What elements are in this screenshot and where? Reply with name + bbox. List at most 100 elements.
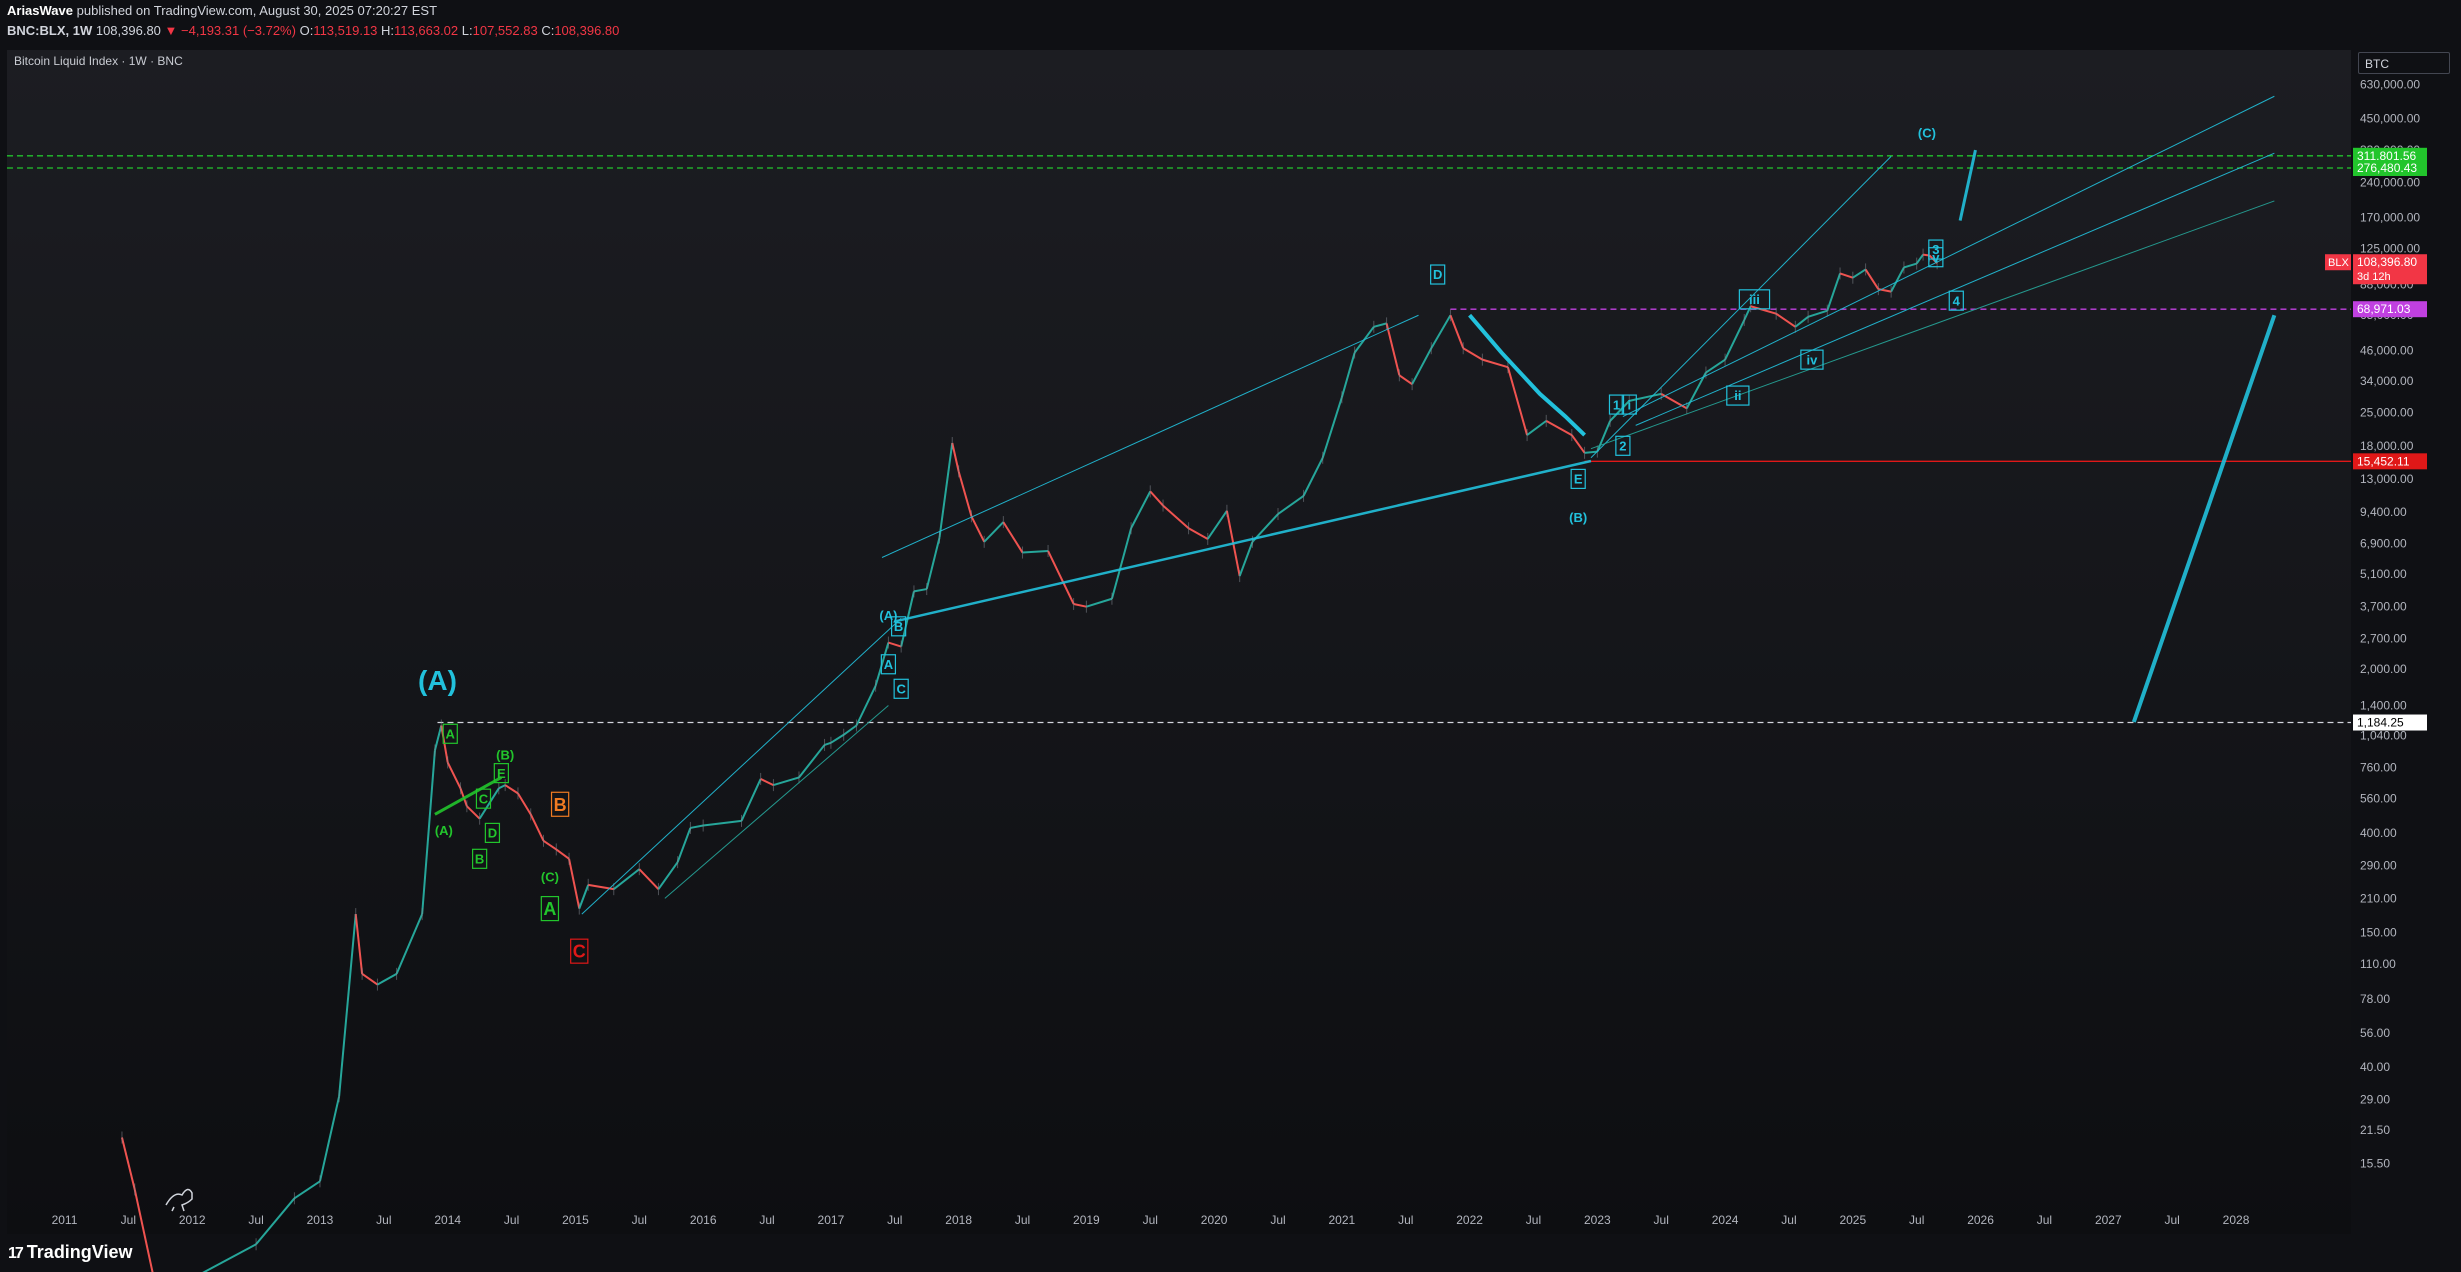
wave-label[interactable]: (B) <box>496 748 514 763</box>
wave-label[interactable]: B <box>894 619 903 634</box>
price-segment <box>504 784 519 795</box>
wave-label[interactable]: 2 <box>1619 438 1626 453</box>
price-segment <box>1385 323 1401 376</box>
trendline[interactable] <box>1958 149 1977 221</box>
price-segment <box>638 868 660 890</box>
wave-label[interactable]: C <box>479 791 489 806</box>
price-segment <box>690 824 704 829</box>
wave-label[interactable]: C <box>896 681 906 696</box>
wave-label[interactable]: ii <box>1734 388 1741 403</box>
price-segment <box>1277 495 1305 515</box>
x-tick-label: Jul <box>376 1213 391 1227</box>
price-tag-value: 108,396.80 <box>2357 255 2417 269</box>
trendline[interactable] <box>1635 152 2275 426</box>
wave-label[interactable]: 4 <box>1953 293 1961 308</box>
wave-label[interactable]: (A) <box>435 823 453 838</box>
wave-label[interactable]: 1 <box>1613 397 1620 412</box>
x-tick-label: Jul <box>121 1213 136 1227</box>
x-tick-label: Jul <box>1398 1213 1413 1227</box>
price-segment <box>1852 268 1867 279</box>
symbol-line: BNC:BLX, 1W 108,396.80 ▼ −4,193.31 (−3.7… <box>7 23 619 38</box>
low-value: 107,552.83 <box>472 23 538 38</box>
symbol-tag: BLX <box>2328 257 2349 269</box>
published-text: published on TradingView.com, August 30,… <box>76 3 438 18</box>
trendline[interactable] <box>581 617 902 915</box>
price-segment <box>983 521 1005 543</box>
wave-label[interactable]: A <box>884 657 894 672</box>
x-tick-label: 2022 <box>1456 1213 1483 1227</box>
author-name[interactable]: AriasWave <box>7 3 73 18</box>
wave-label[interactable]: A <box>543 899 556 919</box>
chart-title[interactable]: Bitcoin Liquid Index · 1W · BNC <box>14 54 183 68</box>
price-segment <box>1545 420 1573 436</box>
wave-label[interactable]: B <box>554 795 567 815</box>
trendline[interactable] <box>881 314 1419 558</box>
y-tick-label: 630,000.00 <box>2360 77 2420 91</box>
wave-label[interactable]: B <box>475 851 484 866</box>
y-tick-label: 1,400.00 <box>2360 698 2407 712</box>
x-tick-label: Jul <box>2164 1213 2179 1227</box>
wave-label[interactable]: E <box>497 766 506 781</box>
price-segment <box>376 972 398 986</box>
price-segment <box>120 1137 136 1190</box>
x-tick-label: 2026 <box>1967 1213 1994 1227</box>
wave-label[interactable]: (C) <box>1918 126 1936 141</box>
open-label: O: <box>299 23 314 38</box>
wave-label[interactable]: v <box>1932 250 1940 265</box>
y-tick-label: 5,100.00 <box>2360 567 2407 581</box>
y-tick-label: 110.00 <box>2360 957 2396 971</box>
level-tag-label: 276,480.43 <box>2357 161 2417 175</box>
wave-label[interactable]: D <box>1433 267 1442 282</box>
x-tick-label: 2023 <box>1584 1213 1611 1227</box>
x-tick-label: Jul <box>1654 1213 1669 1227</box>
x-tick-label: 2015 <box>562 1213 589 1227</box>
wave-label[interactable]: (A) <box>418 665 457 696</box>
x-tick-label: 2020 <box>1201 1213 1228 1227</box>
tradingview-logo[interactable]: 17 TradingView <box>8 1242 133 1263</box>
wave-label[interactable]: E <box>1574 472 1583 487</box>
x-tick-label: 2024 <box>1712 1213 1739 1227</box>
wave-label[interactable]: A <box>446 726 456 741</box>
wave-label[interactable]: iv <box>1807 352 1819 367</box>
wave-label[interactable]: (C) <box>541 869 559 884</box>
countdown-label: 3d 12h <box>2357 271 2391 283</box>
dino-icon <box>165 1188 193 1212</box>
y-tick-label: 29.00 <box>2360 1093 2390 1107</box>
price-segment <box>657 861 679 890</box>
wave-label[interactable]: iii <box>1749 292 1760 307</box>
price-segment <box>568 858 581 909</box>
price-segment <box>1482 358 1509 369</box>
price-segment <box>1775 312 1796 328</box>
trendline[interactable] <box>1590 200 2275 450</box>
wave-label[interactable]: i <box>1627 397 1631 412</box>
price-segment <box>740 778 762 822</box>
trendline[interactable] <box>894 459 1592 623</box>
price-segment <box>433 725 443 751</box>
open-value: 113,519.13 <box>313 23 378 38</box>
price-segment <box>798 744 826 779</box>
price-segment <box>970 515 986 543</box>
price-segment <box>1526 420 1547 436</box>
wave-label[interactable]: C <box>573 942 586 962</box>
trendline[interactable] <box>664 705 889 899</box>
x-tick-label: 2028 <box>2223 1213 2250 1227</box>
trendline[interactable] <box>2131 314 2277 723</box>
curve-drawing[interactable] <box>1468 313 1586 437</box>
wave-label[interactable]: D <box>488 826 497 841</box>
price-segment <box>202 1243 257 1272</box>
wave-label[interactable]: (B) <box>1569 510 1587 525</box>
symbol-name[interactable]: BNC:BLX, 1W <box>7 23 92 38</box>
price-segment <box>1839 272 1854 279</box>
y-tick-label: 78.00 <box>2360 992 2390 1006</box>
price-segment <box>676 827 692 863</box>
y-tick-label: 18,000.00 <box>2360 439 2414 453</box>
price-segment <box>925 537 941 590</box>
trendline[interactable] <box>1622 95 2275 417</box>
chart-svg[interactable]: (A)A(B)EC(A) DB(C)ABC(A)BACDE(B)12iiiiiii… <box>0 0 2461 1272</box>
price-segment <box>1398 374 1413 385</box>
y-tick-label: 2,700.00 <box>2360 632 2407 646</box>
x-tick-label: Jul <box>504 1213 519 1227</box>
price-segment <box>395 913 424 975</box>
x-tick-label: 2011 <box>52 1213 78 1227</box>
price-segment <box>1794 316 1809 328</box>
